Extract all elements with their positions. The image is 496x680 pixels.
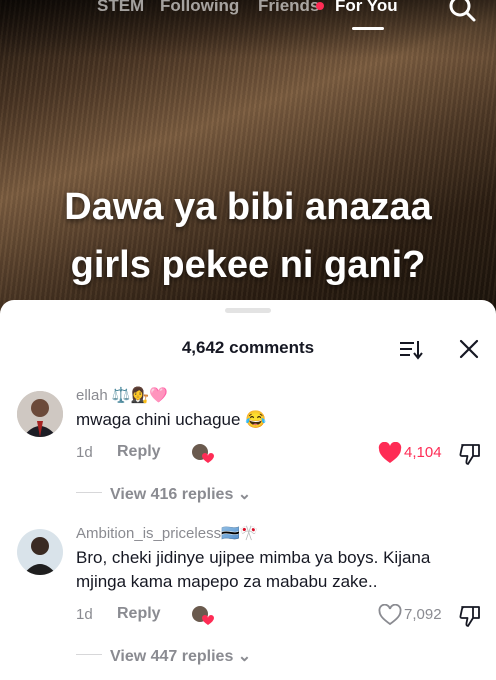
comment-text: mwaga chini uchague 😂: [76, 410, 267, 429]
tab-for-you[interactable]: For You: [335, 0, 398, 16]
avatar[interactable]: [17, 391, 63, 437]
comment-item: Ambition_is_priceless🇧🇼🎌 Bro, cheki jidi…: [0, 524, 496, 680]
like-count: 7,092: [404, 606, 442, 623]
chevron-down-icon: ⌄: [237, 648, 252, 665]
video-caption: Dawa ya bibi anazaa girls pekee ni gani?: [0, 178, 496, 294]
avatar[interactable]: [17, 529, 63, 575]
creator-liked-icon: [192, 444, 214, 463]
comment-item: ellah ⚖️👩‍⚖️🩷 mwaga chini uchague 😂 1d R…: [0, 386, 496, 516]
view-replies-button[interactable]: View 416 replies ⌄: [110, 484, 251, 504]
tab-stem[interactable]: STEM: [97, 0, 144, 16]
view-replies-button[interactable]: View 447 replies ⌄: [110, 646, 251, 666]
like-heart-icon[interactable]: [378, 442, 402, 464]
like-heart-icon[interactable]: [378, 604, 402, 626]
tab-following[interactable]: Following: [160, 0, 239, 16]
creator-liked-icon: [192, 606, 214, 625]
view-replies-label: View 416 replies: [110, 486, 234, 503]
replies-divider: [76, 654, 102, 655]
comment-age: 1d: [76, 606, 93, 623]
comment-text: Bro, cheki jidinye ujipee mimba ya boys.…: [76, 548, 431, 591]
top-nav: STEM Following Friends For You: [0, 0, 496, 36]
dislike-icon[interactable]: [458, 442, 482, 466]
close-icon[interactable]: [458, 338, 480, 360]
comments-sheet: 4,642 comments ellah ⚖️👩‍⚖️🩷 mwaga chini…: [0, 300, 496, 680]
sort-icon[interactable]: [398, 338, 424, 362]
comment-username[interactable]: ellah ⚖️👩‍⚖️🩷: [76, 386, 168, 404]
comment-age: 1d: [76, 444, 93, 461]
view-replies-label: View 447 replies: [110, 648, 234, 665]
sheet-drag-handle[interactable]: [225, 308, 271, 313]
reply-button[interactable]: Reply: [117, 605, 161, 623]
comment-username[interactable]: Ambition_is_priceless🇧🇼🎌: [76, 524, 258, 542]
replies-divider: [76, 492, 102, 493]
tab-friends[interactable]: Friends: [258, 0, 319, 16]
reply-button[interactable]: Reply: [117, 443, 161, 461]
notification-dot: [316, 2, 324, 10]
chevron-down-icon: ⌄: [237, 486, 252, 503]
caption-line-1: Dawa ya bibi anazaa: [64, 186, 432, 228]
search-icon[interactable]: [446, 0, 478, 26]
active-tab-indicator: [352, 27, 384, 30]
dislike-icon[interactable]: [458, 604, 482, 628]
caption-line-2: girls pekee ni gani?: [70, 244, 426, 286]
like-count: 4,104: [404, 444, 442, 461]
